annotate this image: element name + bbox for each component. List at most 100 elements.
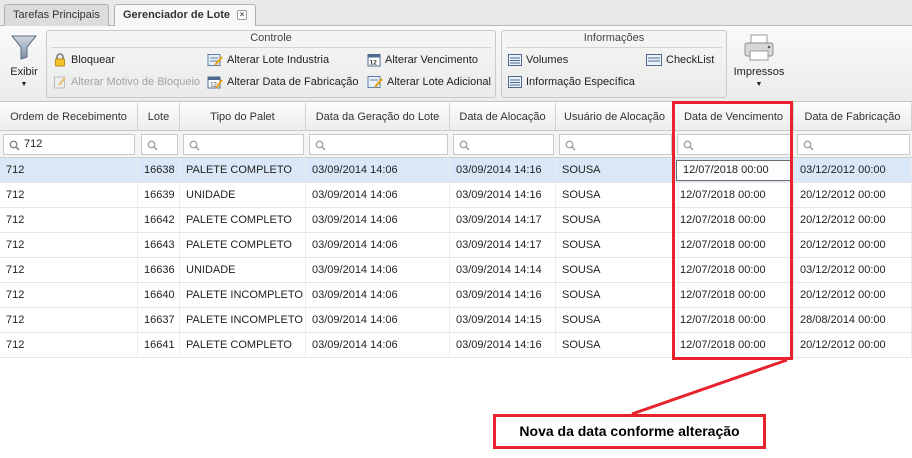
cell-usuario: SOUSA xyxy=(556,258,674,283)
cell-alocacao: 03/09/2014 14:16 xyxy=(450,158,556,183)
alterar-vencimento-button[interactable]: 12 Alterar Vencimento xyxy=(367,51,478,69)
filter-input-alocacao[interactable] xyxy=(453,134,554,155)
filter-input-ordem[interactable]: 712 xyxy=(3,134,135,155)
exibir-button[interactable]: Exibir ▼ xyxy=(6,32,42,89)
cell-geracao: 03/09/2014 14:06 xyxy=(306,308,450,333)
checklist-button[interactable]: CheckList xyxy=(646,51,714,69)
cell-geracao: 03/09/2014 14:06 xyxy=(306,283,450,308)
group-divider xyxy=(506,47,722,48)
cell-tipo: PALETE INCOMPLETO xyxy=(180,283,306,308)
tab-tarefas-principais[interactable]: Tarefas Principais xyxy=(4,4,109,26)
volumes-label: Volumes xyxy=(526,54,569,66)
impressos-button[interactable]: Impressos ▼ xyxy=(731,34,787,89)
column-header-geracao[interactable]: Data da Geração do Lote xyxy=(306,103,450,131)
search-icon xyxy=(147,139,158,158)
cell-ordem: 712 xyxy=(0,308,138,333)
filter-input-usuario[interactable] xyxy=(559,134,672,155)
cell-geracao: 03/09/2014 14:06 xyxy=(306,183,450,208)
filter-icon xyxy=(10,34,38,63)
cell-usuario: SOUSA xyxy=(556,333,674,358)
cell-geracao: 03/09/2014 14:06 xyxy=(306,158,450,183)
informacao-especifica-label: Informação Específica xyxy=(526,76,635,88)
column-header-fabricacao[interactable]: Data de Fabricação xyxy=(794,103,912,131)
informacoes-group: Informações Volumes Informação Específic… xyxy=(501,30,727,98)
cell-geracao: 03/09/2014 14:06 xyxy=(306,208,450,233)
column-header-tipo[interactable]: Tipo do Palet xyxy=(180,103,306,131)
ribbon-toolbar: Exibir ▼ Controle Bloquear Alterar Motiv… xyxy=(0,26,912,102)
alterar-motivo-bloqueio-button[interactable]: Alterar Motivo de Bloqueio xyxy=(53,73,200,91)
list-icon xyxy=(508,54,522,67)
cell-fabricacao: 03/12/2012 00:00 xyxy=(794,158,912,183)
cell-ordem: 712 xyxy=(0,283,138,308)
filter-input-geracao[interactable] xyxy=(309,134,448,155)
edit-batch-icon xyxy=(207,53,223,67)
cell-tipo: PALETE COMPLETO xyxy=(180,233,306,258)
search-icon xyxy=(803,139,814,158)
alterar-lote-adicional-button[interactable]: Alterar Lote Adicional xyxy=(367,73,491,91)
checklist-icon xyxy=(646,54,662,67)
cell-geracao: 03/09/2014 14:06 xyxy=(306,258,450,283)
filter-input-fabricacao[interactable] xyxy=(797,134,910,155)
cell-fabricacao: 20/12/2012 00:00 xyxy=(794,208,912,233)
search-icon xyxy=(189,139,200,158)
cell-lote: 16642 xyxy=(138,208,180,233)
tab-gerenciador-de-lote[interactable]: Gerenciador de Lote × xyxy=(114,4,257,27)
cell-alocacao: 03/09/2014 14:15 xyxy=(450,308,556,333)
controle-title: Controle xyxy=(250,32,292,44)
cell-lote: 16637 xyxy=(138,308,180,333)
cell-alocacao: 03/09/2014 14:16 xyxy=(450,333,556,358)
filter-input-tipo[interactable] xyxy=(183,134,304,155)
search-icon xyxy=(9,139,20,158)
bloquear-button[interactable]: Bloquear xyxy=(53,51,115,69)
column-header-usuario[interactable]: Usuário de Alocação xyxy=(556,103,674,131)
cell-lote: 16636 xyxy=(138,258,180,283)
alterar-data-fabricacao-button[interactable]: 12 Alterar Data de Fabricação xyxy=(207,73,358,91)
alterar-vencimento-label: Alterar Vencimento xyxy=(385,54,478,66)
column-header-ordem[interactable]: Ordem de Recebimento xyxy=(0,103,138,131)
cell-alocacao: 03/09/2014 14:16 xyxy=(450,183,556,208)
controle-group: Controle Bloquear Alterar Motivo de Bloq… xyxy=(46,30,496,98)
list-icon xyxy=(508,76,522,89)
printer-icon xyxy=(743,34,775,65)
filter-value: 712 xyxy=(24,138,43,150)
cell-geracao: 03/09/2014 14:06 xyxy=(306,333,450,358)
cell-fabricacao: 20/12/2012 00:00 xyxy=(794,283,912,308)
group-divider xyxy=(51,47,491,48)
cell-geracao: 03/09/2014 14:06 xyxy=(306,233,450,258)
filter-input-lote[interactable] xyxy=(141,134,178,155)
calendar-12-icon: 12 xyxy=(367,53,381,67)
cell-fabricacao: 20/12/2012 00:00 xyxy=(794,233,912,258)
tab-label: Tarefas Principais xyxy=(13,9,100,21)
alterar-lote-adicional-label: Alterar Lote Adicional xyxy=(387,76,491,88)
cell-lote: 16639 xyxy=(138,183,180,208)
search-icon xyxy=(459,139,470,158)
exibir-label: Exibir xyxy=(10,66,38,78)
informacao-especifica-button[interactable]: Informação Específica xyxy=(508,73,635,91)
column-header-lote[interactable]: Lote xyxy=(138,103,180,131)
tab-bar: Tarefas Principais Gerenciador de Lote × xyxy=(0,0,912,27)
alterar-lote-industria-button[interactable]: Alterar Lote Industria xyxy=(207,51,329,69)
cell-tipo: UNIDADE xyxy=(180,183,306,208)
annotation-callout: Nova da data conforme alteração xyxy=(493,414,766,449)
cell-alocacao: 03/09/2014 14:17 xyxy=(450,208,556,233)
cell-usuario: SOUSA xyxy=(556,283,674,308)
cell-usuario: SOUSA xyxy=(556,233,674,258)
cell-alocacao: 03/09/2014 14:14 xyxy=(450,258,556,283)
cell-tipo: PALETE COMPLETO xyxy=(180,333,306,358)
cell-usuario: SOUSA xyxy=(556,308,674,333)
close-icon[interactable]: × xyxy=(237,10,248,20)
checklist-label: CheckList xyxy=(666,54,715,66)
lock-icon xyxy=(53,53,67,67)
cell-ordem: 712 xyxy=(0,258,138,283)
column-header-alocacao[interactable]: Data de Alocação xyxy=(450,103,556,131)
volumes-button[interactable]: Volumes xyxy=(508,51,568,69)
alterar-lote-industria-label: Alterar Lote Industria xyxy=(227,54,330,66)
cell-lote: 16640 xyxy=(138,283,180,308)
cell-usuario: SOUSA xyxy=(556,158,674,183)
cell-ordem: 712 xyxy=(0,208,138,233)
cell-usuario: SOUSA xyxy=(556,208,674,233)
cell-tipo: PALETE INCOMPLETO xyxy=(180,308,306,333)
cell-ordem: 712 xyxy=(0,233,138,258)
cell-usuario: SOUSA xyxy=(556,183,674,208)
edit-additional-icon xyxy=(367,75,383,89)
